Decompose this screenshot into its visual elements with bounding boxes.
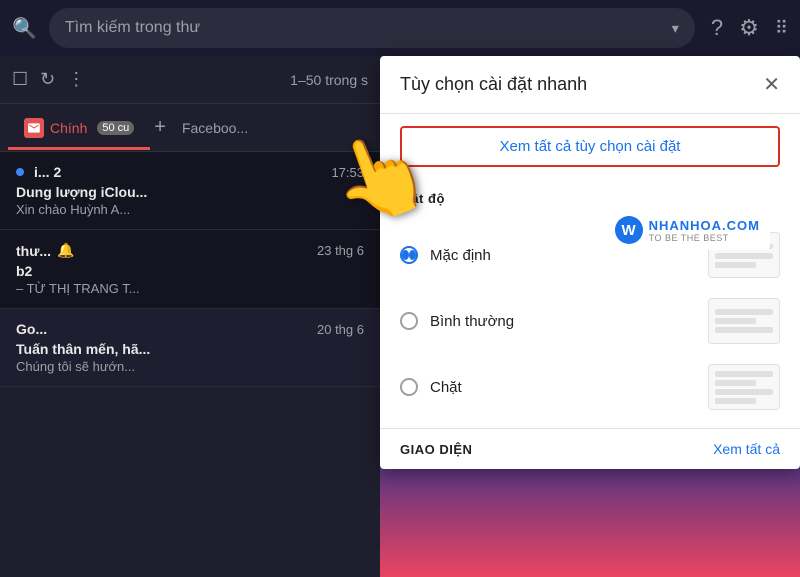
email-panel: ☐ ↻ ⋮ 1–50 trong s Chính 50 cu + Faceboo…	[0, 56, 380, 577]
email-time-1: 17:53	[331, 165, 364, 180]
density-preview-normal	[708, 298, 780, 344]
email-preview-2: – TỪ THỊ TRANG T...	[16, 281, 364, 296]
nhanhoa-tagline: TO BE THE BEST	[649, 233, 760, 243]
email-preview-3: Chúng tôi sẽ hướn...	[16, 359, 364, 374]
email-preview-1: Xin chào Huỳnh A...	[16, 202, 364, 217]
footer-section-label: GIAO DIỆN	[400, 442, 472, 457]
help-icon[interactable]: ?	[711, 15, 723, 41]
nhanhoa-text-group: NHANHOA.COM TO BE THE BEST	[649, 218, 760, 243]
settings-panel: Tùy chọn cài đặt nhanh ✕ Xem tất cả tùy …	[380, 56, 800, 469]
search-text: Tìm kiếm trong thư	[65, 19, 664, 37]
density-preview-compact	[708, 364, 780, 410]
density-section-label: Mật độ	[380, 179, 800, 214]
email-sender-2: thư...	[16, 243, 51, 259]
settings-icon[interactable]: ⚙	[739, 15, 759, 41]
view-all-settings-button[interactable]: Xem tất cả tùy chọn cài đặt	[400, 126, 780, 167]
search-bar[interactable]: Tìm kiếm trong thư ▾	[49, 8, 695, 48]
chevron-down-icon[interactable]: ▾	[672, 20, 679, 37]
compact-line-3	[715, 389, 773, 395]
email-time-3: 20 thg 6	[317, 322, 364, 337]
settings-title: Tùy chọn cài đặt nhanh	[400, 74, 587, 95]
density-label-normal: Bình thường	[430, 313, 696, 330]
preview-line-2	[715, 318, 756, 324]
header-icons: ? ⚙ ⠿	[711, 15, 788, 41]
email-subject-3: Tuấn thân mến, hã...	[16, 341, 364, 357]
radio-normal[interactable]	[400, 312, 418, 330]
settings-header: Tùy chọn cài đặt nhanh ✕	[380, 56, 800, 114]
email-list: i... 2 17:53 Dung lượng iClou... Xin chà…	[0, 152, 380, 387]
preview-full-line	[715, 253, 773, 259]
tab-bar: Chính 50 cu + Faceboo...	[0, 104, 380, 152]
tab-facebook[interactable]: Faceboo...	[166, 108, 264, 148]
tab-main[interactable]: Chính 50 cu	[8, 106, 150, 150]
tab-main-badge: 50 cu	[97, 121, 134, 135]
email-time-2: 23 thg 6	[317, 243, 364, 258]
radio-default[interactable]	[400, 246, 418, 264]
nhanhoa-watermark: W NHANHOA.COM TO BE THE BEST	[605, 210, 770, 250]
snooze-icon: 🔔	[57, 242, 74, 259]
email-item-3[interactable]: Go... 20 thg 6 Tuấn thân mến, hã... Chún…	[0, 309, 380, 387]
footer-view-all-link[interactable]: Xem tất cả	[713, 441, 780, 457]
email-item-2[interactable]: thư... 🔔 23 thg 6 b2 – TỪ THỊ TRANG T...	[0, 230, 380, 309]
email-subject-1: Dung lượng iClou...	[16, 184, 364, 200]
header-bar: 🔍 Tìm kiếm trong thư ▾ ? ⚙ ⠿	[0, 0, 800, 56]
preview-narrow-line	[715, 262, 756, 268]
checkbox-icon[interactable]: ☐	[12, 69, 28, 90]
settings-footer: GIAO DIỆN Xem tất cả	[380, 428, 800, 469]
email-subject-2: b2	[16, 263, 364, 279]
unread-indicator	[16, 168, 24, 176]
add-tab-icon[interactable]: +	[154, 116, 166, 139]
inbox-icon	[24, 118, 44, 138]
email-sender-3: Go...	[16, 321, 47, 337]
compact-line-1	[715, 371, 773, 377]
compact-line-2	[715, 380, 756, 386]
density-label-compact: Chặt	[430, 379, 696, 396]
tab-main-label: Chính	[50, 120, 87, 136]
preview-line-1	[715, 309, 773, 315]
search-icon: 🔍	[12, 16, 37, 41]
email-count: 1–50 trong s	[290, 72, 368, 88]
density-row-normal[interactable]: Bình thường	[400, 288, 780, 354]
density-row-compact[interactable]: Chặt	[400, 354, 780, 420]
nhanhoa-name: NHANHOA.COM	[649, 218, 760, 233]
email-item-1[interactable]: i... 2 17:53 Dung lượng iClou... Xin chà…	[0, 152, 380, 230]
nhanhoa-logo-letter: W	[615, 216, 643, 244]
refresh-icon[interactable]: ↻	[40, 69, 55, 90]
email-sender-1: i... 2	[34, 164, 61, 180]
email-toolbar: ☐ ↻ ⋮ 1–50 trong s	[0, 56, 380, 104]
more-options-icon[interactable]: ⋮	[67, 69, 85, 90]
radio-compact[interactable]	[400, 378, 418, 396]
preview-line-3	[715, 327, 773, 333]
compact-line-4	[715, 398, 756, 404]
close-button[interactable]: ✕	[763, 72, 780, 97]
apps-icon[interactable]: ⠿	[775, 18, 788, 39]
